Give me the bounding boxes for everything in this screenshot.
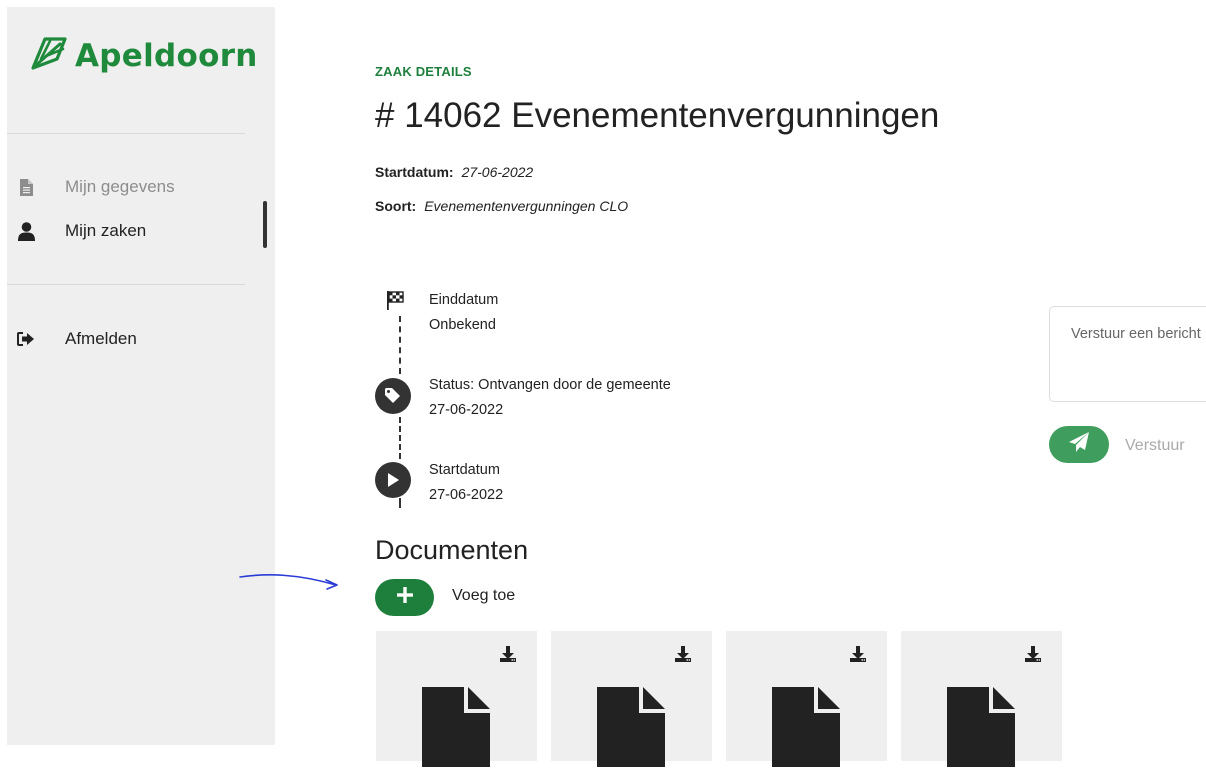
timeline-connector xyxy=(399,498,401,508)
timeline-date: 27-06-2022 xyxy=(429,487,504,503)
timeline-date: 27-06-2022 xyxy=(429,402,504,418)
document-icon xyxy=(17,177,35,197)
section-kicker: ZAAK DETAILS xyxy=(375,64,472,79)
plus-icon xyxy=(396,586,414,609)
sidebar-item-afmelden[interactable]: Afmelden xyxy=(17,329,137,349)
user-icon xyxy=(17,221,35,241)
documents-heading: Documenten xyxy=(375,535,529,565)
tag-icon xyxy=(375,378,411,414)
play-icon xyxy=(375,462,411,498)
brand-name: Apeldoorn xyxy=(75,37,258,74)
file-icon xyxy=(772,687,840,772)
brand-logo[interactable]: Apeldoorn xyxy=(27,35,258,76)
annotation-arrow xyxy=(238,568,343,597)
message-input[interactable] xyxy=(1071,326,1206,342)
sidebar: Apeldoorn Mijn gegevens Mijn zaken Afmel… xyxy=(7,7,275,745)
timeline-connector xyxy=(399,417,401,459)
start-date-label: Startdatum: xyxy=(375,164,454,180)
type-row: Soort: Evenementenvergunningen CLO xyxy=(375,198,628,214)
add-document-label[interactable]: Voeg toe xyxy=(452,587,515,605)
download-icon[interactable] xyxy=(674,645,692,668)
timeline-item-einddatum: Einddatum Onbekend xyxy=(429,288,498,338)
type-value: Evenementenvergunningen CLO xyxy=(424,198,629,214)
document-card[interactable] xyxy=(726,631,887,767)
sidebar-item-label: Afmelden xyxy=(65,329,137,348)
send-button[interactable] xyxy=(1049,426,1109,463)
sidebar-item-mijn-zaken[interactable]: Mijn zaken xyxy=(17,221,146,241)
document-card[interactable] xyxy=(901,631,1062,767)
timeline-connector xyxy=(399,316,401,374)
timeline-title: Startdatum xyxy=(429,462,500,478)
timeline-item-startdatum: Startdatum 27-06-2022 xyxy=(429,458,503,508)
sidebar-item-mijn-gegevens[interactable]: Mijn gegevens xyxy=(17,177,175,197)
timeline-item-status: Status: Ontvangen door de gemeente 27-06… xyxy=(429,373,671,423)
sign-out-icon xyxy=(17,329,35,349)
sidebar-item-label: Mijn zaken xyxy=(65,221,147,240)
paper-plane-icon xyxy=(1068,431,1090,458)
send-label[interactable]: Verstuur xyxy=(1125,437,1185,455)
leaf-icon xyxy=(27,35,69,76)
add-document-button[interactable] xyxy=(375,579,434,616)
start-date-row: Startdatum: 27-06-2022 xyxy=(375,164,533,180)
sidebar-item-label: Mijn gegevens xyxy=(65,177,175,196)
message-box[interactable] xyxy=(1049,306,1206,402)
sidebar-divider xyxy=(7,284,245,285)
page-title: # 14062 Evenementenvergunningen xyxy=(375,96,940,135)
timeline-title: Einddatum xyxy=(429,292,499,308)
sidebar-divider xyxy=(7,133,245,134)
download-icon[interactable] xyxy=(1024,645,1042,668)
main-content: ZAAK DETAILS # 14062 Evenementenvergunni… xyxy=(275,0,1206,767)
type-label: Soort: xyxy=(375,198,417,214)
download-icon[interactable] xyxy=(849,645,867,668)
start-date-value: 27-06-2022 xyxy=(461,164,534,180)
timeline-title: Status: Ontvangen door de gemeente xyxy=(429,377,671,393)
active-indicator xyxy=(263,201,267,248)
file-icon xyxy=(947,687,1015,772)
timeline-date: Onbekend xyxy=(429,317,496,333)
download-icon[interactable] xyxy=(499,645,517,668)
checkered-flag-icon xyxy=(386,290,404,315)
document-card[interactable] xyxy=(376,631,537,767)
file-icon xyxy=(422,687,490,772)
file-icon xyxy=(597,687,665,772)
document-card[interactable] xyxy=(551,631,712,767)
